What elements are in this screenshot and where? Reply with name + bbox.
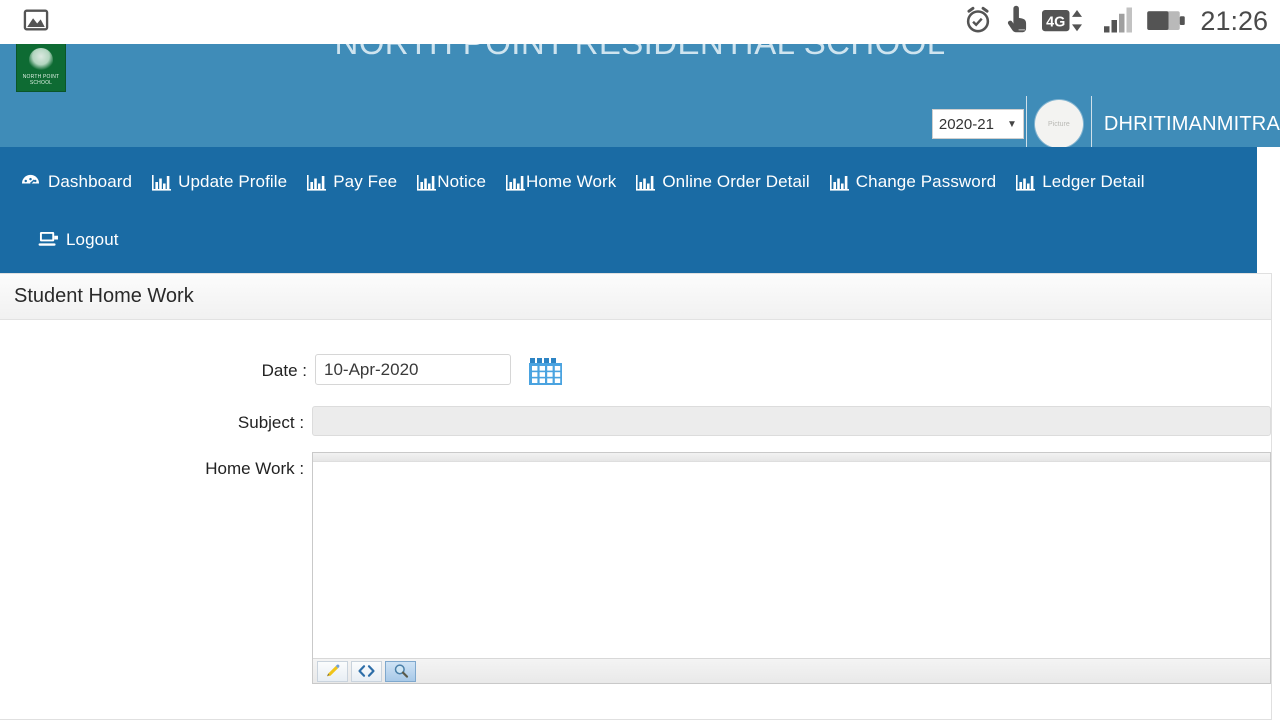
- nav-item-ledger-detail[interactable]: Ledger Detail: [1006, 168, 1154, 196]
- header-divider-2: [1090, 96, 1092, 147]
- subject-field-row: Subject :: [0, 406, 1271, 436]
- content-panel: Student Home Work Date : 10-Apr-2020 Sub…: [0, 273, 1272, 720]
- nav-item-change-password[interactable]: Change Password: [820, 168, 1006, 196]
- signal-bars-icon: [1102, 5, 1136, 40]
- header-divider-1: [1025, 96, 1027, 147]
- bar-chart-icon: [1016, 174, 1036, 191]
- svg-text:4G: 4G: [1047, 14, 1066, 30]
- touch-pointer-icon: [1004, 5, 1032, 40]
- date-label: Date :: [261, 361, 307, 380]
- username-label: DHRITIMANMITRA: [1103, 112, 1280, 135]
- nav-item-label: Notice: [437, 172, 487, 191]
- nav-item-pay-fee[interactable]: Pay Fee: [297, 168, 407, 196]
- panel-header: Student Home Work: [0, 274, 1271, 320]
- 4g-data-icon: 4G: [1042, 5, 1092, 40]
- academic-year-select[interactable]: 2020-21 ▼: [931, 109, 1024, 139]
- calendar-picker-button[interactable]: [527, 356, 565, 390]
- header-right-controls: 2020-21 ▼ Picture DHRITIMANMITRA: [931, 96, 1280, 147]
- homework-textarea[interactable]: [313, 462, 1270, 658]
- nav-item-label: Change Password: [855, 172, 997, 191]
- nav-item-online-order-detail[interactable]: Online Order Detail: [626, 168, 819, 196]
- nav-item-notice[interactable]: Notice: [407, 168, 496, 196]
- nav-item-label: Pay Fee: [333, 172, 398, 191]
- dashboard-icon: [20, 173, 41, 192]
- status-bar-left-icons: [0, 6, 50, 39]
- bar-chart-icon: [506, 174, 526, 191]
- design-mode-button[interactable]: [317, 660, 349, 682]
- nav-row-primary: Dashboard Update Profile Pay Fee Notice Home…: [0, 147, 1257, 217]
- calendar-icon: [528, 355, 564, 392]
- chevron-down-icon: ▼: [1006, 118, 1017, 130]
- bar-chart-icon: [152, 174, 172, 191]
- pencil-icon: [325, 663, 341, 679]
- nav-item-label: Home Work: [526, 172, 617, 191]
- nav-item-label: Logout: [66, 230, 119, 249]
- nav-item-update-profile[interactable]: Update Profile: [142, 168, 297, 196]
- status-bar-clock: 21:26: [1200, 5, 1268, 36]
- editor-top-strip: [313, 453, 1270, 462]
- school-logo-text: NORTH POINT SCHOOL: [22, 74, 60, 86]
- magnifier-icon: [393, 663, 409, 679]
- subject-label: Subject :: [237, 413, 305, 432]
- academic-year-value: 2020-21: [938, 115, 994, 133]
- html-source-button[interactable]: [351, 660, 383, 682]
- nav-item-logout[interactable]: Logout: [28, 226, 129, 254]
- homework-label: Home Work :: [205, 459, 305, 478]
- nav-item-label: Online Order Detail: [662, 172, 810, 191]
- homework-form: Date : 10-Apr-2020 Subject: Home Work:: [0, 320, 1271, 684]
- alarm-clock-icon: [962, 4, 994, 41]
- nav-item-label: Update Profile: [178, 172, 288, 191]
- nav-item-dashboard[interactable]: Dashboard: [10, 168, 142, 196]
- logout-screen-icon: [38, 231, 59, 249]
- bar-chart-icon: [417, 174, 437, 191]
- nav-row-secondary: Logout: [0, 217, 1257, 263]
- bar-chart-icon: [307, 174, 327, 191]
- site-header: NORTH POINT SCHOOL NORTH POINT RESIDENTIA…: [0, 34, 1280, 147]
- homework-field-row: Home Work :: [0, 452, 1271, 684]
- bar-chart-icon: [636, 174, 656, 191]
- bar-chart-icon: [829, 174, 849, 191]
- nav-item-home-work[interactable]: Home Work: [496, 168, 626, 196]
- date-input[interactable]: [315, 354, 511, 385]
- main-navigation: Dashboard Update Profile Pay Fee Notice Home…: [0, 147, 1257, 273]
- subject-input[interactable]: [312, 406, 1271, 436]
- android-status-bar: 4G 21:26: [0, 0, 1280, 44]
- status-bar-right-icons: 4G 21:26: [962, 4, 1280, 41]
- battery-icon: [1146, 5, 1186, 40]
- avatar-placeholder-text: Picture: [1047, 120, 1070, 128]
- avatar[interactable]: Picture: [1034, 100, 1083, 147]
- gallery-image-icon: [22, 6, 50, 39]
- editor-mode-toolbar: [313, 658, 1270, 683]
- page-title: Student Home Work: [14, 285, 194, 307]
- homework-rich-text-editor[interactable]: [312, 452, 1271, 684]
- preview-button[interactable]: [385, 660, 417, 682]
- nav-item-label: Dashboard: [48, 172, 133, 191]
- code-brackets-icon: [358, 664, 375, 678]
- date-field-row: Date :: [0, 354, 1271, 390]
- nav-item-label: Ledger Detail: [1042, 172, 1145, 191]
